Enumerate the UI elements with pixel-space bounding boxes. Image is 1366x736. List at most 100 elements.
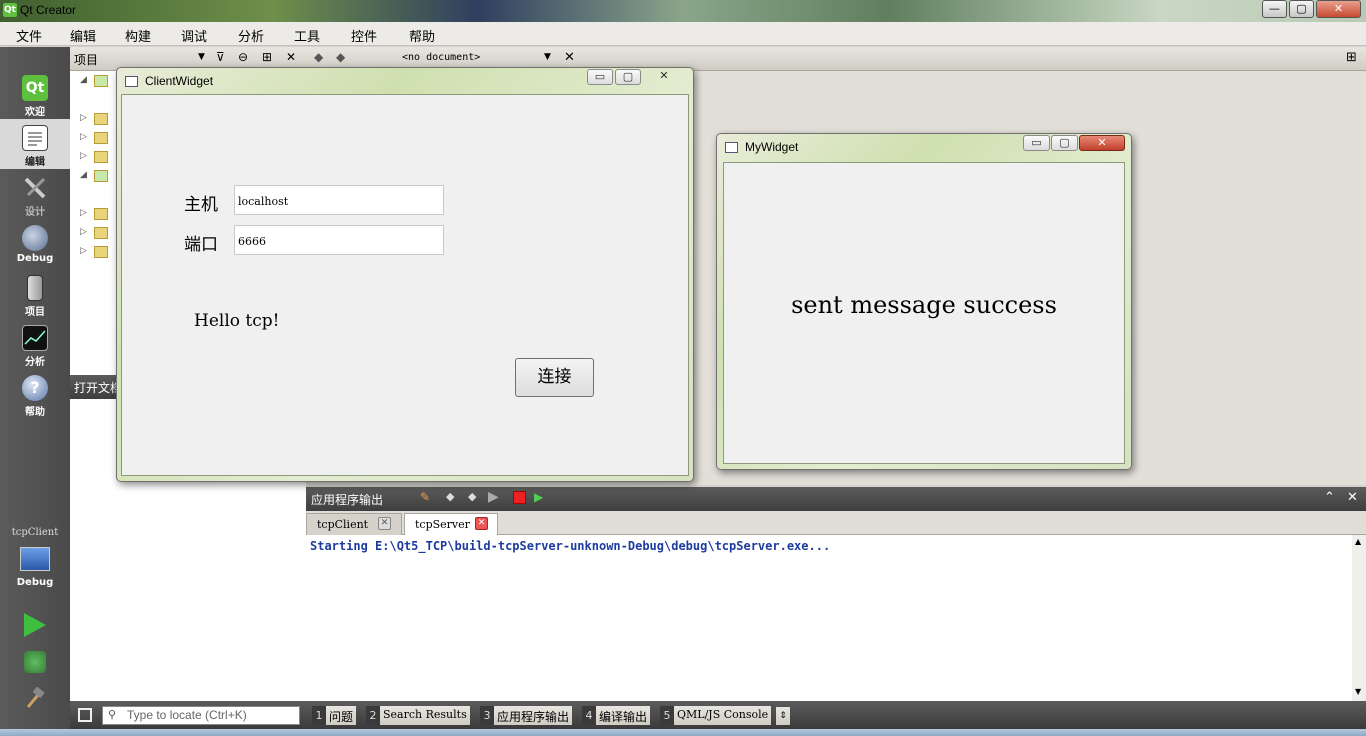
status-button-issues[interactable]: 1 问题 [312, 706, 357, 725]
clear-output-icon[interactable]: ✎ [420, 490, 430, 504]
more-buttons-icon[interactable]: ⇕ [776, 707, 790, 725]
debug-run-icon[interactable] [24, 651, 46, 673]
menu-tools[interactable]: 工具 [294, 26, 320, 45]
mode-label: 分析 [25, 357, 45, 368]
tree-item[interactable]: ▷ [80, 149, 120, 167]
sync-icon[interactable]: ⊖ [238, 50, 248, 64]
kit-target-icon[interactable] [20, 547, 50, 571]
status-button-label: 问题 [326, 706, 357, 725]
maximize-pane-icon[interactable]: ⌃ [1324, 490, 1335, 505]
close-pane-icon[interactable]: ✕ [1347, 490, 1358, 505]
menu-file[interactable]: 文件 [16, 26, 42, 45]
status-button-compile-output[interactable]: 4 编译输出 [582, 706, 651, 725]
status-button-label: QML/JS Console [674, 706, 772, 725]
dropdown-arrow-icon[interactable]: ▼ [544, 52, 551, 62]
back-arrow-icon[interactable]: ◆ [314, 50, 323, 64]
stop-icon[interactable] [513, 491, 526, 504]
close-tab-icon[interactable]: ✕ [378, 517, 391, 530]
tab-tcpserver[interactable]: tcpServer ✕ [404, 513, 498, 536]
port-label: 端口 [184, 235, 218, 255]
analyze-icon [22, 325, 48, 351]
close-tab-icon[interactable]: ✕ [475, 517, 488, 530]
port-input[interactable]: 6666 [234, 225, 444, 255]
tab-tcpclient[interactable]: tcpClient ✕ [306, 513, 402, 535]
menu-controls[interactable]: 控件 [351, 26, 377, 45]
mode-label: 编辑 [25, 157, 45, 168]
status-button-label: 编译输出 [596, 706, 651, 725]
mode-welcome[interactable]: Qt 欢迎 [0, 69, 70, 119]
tree-item[interactable]: ▷ [80, 111, 120, 129]
folder-icon [94, 113, 108, 125]
tree-item[interactable]: ▷ [80, 244, 120, 262]
tree-item[interactable]: ◢ [80, 168, 120, 186]
minimize-button[interactable]: — [1262, 0, 1287, 18]
tree-item[interactable]: ▷ [80, 225, 120, 243]
tree-item[interactable]: ▷ [80, 206, 120, 224]
edit-document-icon [22, 125, 48, 151]
mode-edit[interactable]: 编辑 [0, 119, 70, 169]
rerun-icon[interactable]: ▶ [488, 489, 499, 505]
mode-label: Debug [16, 253, 54, 264]
mode-debug[interactable]: Debug [0, 219, 70, 269]
project-icon [27, 275, 43, 301]
forward-arrow-icon[interactable]: ◆ [336, 50, 345, 64]
maximize-button[interactable]: ▢ [1051, 135, 1078, 151]
status-button-number: 3 [480, 706, 494, 725]
help-icon: ? [22, 375, 48, 401]
status-button-app-output[interactable]: 3 应用程序输出 [480, 706, 573, 725]
my-widget-body: sent message success [723, 162, 1125, 464]
status-button-qml-console[interactable]: 5 QML/JS Console [660, 706, 772, 725]
filter-icon[interactable]: ⊽ [216, 50, 225, 64]
status-button-search-results[interactable]: 2 Search Results [366, 706, 470, 725]
connect-button[interactable]: 连接 [515, 358, 594, 397]
my-widget-window: MyWidget ▭ ▢ ✕ sent message success [716, 133, 1132, 470]
open-documents-title: 打开文档 [74, 381, 123, 395]
host-input[interactable]: localhost [234, 185, 444, 215]
split-editor-icon[interactable]: ⊞ [1346, 50, 1357, 65]
output-text-area[interactable]: Starting E:\Qt5_TCP\build-tcpServer-unkn… [306, 535, 1352, 701]
kit-build-config: Debug [16, 577, 54, 588]
previous-icon[interactable]: ◆ [446, 490, 454, 503]
build-hammer-icon[interactable] [24, 686, 46, 709]
close-panel-icon[interactable]: ✕ [286, 50, 296, 64]
output-pane-title: 应用程序输出 [311, 493, 384, 507]
minimize-button[interactable]: ▭ [1023, 135, 1050, 151]
tree-item[interactable]: ▷ [80, 130, 120, 148]
close-button[interactable]: ✕ [1316, 0, 1361, 18]
close-document-icon[interactable]: ✕ [564, 50, 575, 65]
mode-analyze[interactable]: 分析 [0, 319, 70, 369]
toggle-sidebar-icon[interactable] [78, 708, 92, 722]
scroll-up-icon[interactable]: ▲ [1355, 537, 1361, 546]
run-icon[interactable] [24, 613, 46, 637]
output-line: Starting E:\Qt5_TCP\build-tcpServer-unkn… [310, 539, 831, 553]
mode-design[interactable]: 设计 [0, 169, 70, 219]
mode-label: 项目 [25, 307, 45, 318]
menu-build[interactable]: 构建 [125, 26, 151, 45]
debug-icon [22, 225, 48, 251]
close-button[interactable]: ✕ [643, 69, 685, 85]
status-button-number: 2 [366, 706, 380, 725]
document-selector[interactable]: <no document> [402, 52, 480, 63]
menu-debug[interactable]: 调试 [181, 26, 207, 45]
split-icon[interactable]: ⊞ [262, 50, 272, 64]
menu-help[interactable]: 帮助 [409, 26, 435, 45]
close-button[interactable]: ✕ [1079, 135, 1125, 151]
locator-input[interactable]: Type to locate (Ctrl+K) [102, 706, 300, 725]
output-scrollbar[interactable]: ▲ ▼ [1352, 535, 1366, 701]
menu-edit[interactable]: 编辑 [70, 26, 96, 45]
dropdown-arrow-icon[interactable]: ▼ [198, 52, 205, 62]
minimize-button[interactable]: ▭ [587, 69, 613, 85]
os-taskbar [0, 729, 1366, 736]
mode-projects[interactable]: 项目 [0, 269, 70, 319]
scroll-down-icon[interactable]: ▼ [1355, 687, 1361, 696]
collapse-arrow-icon: ▷ [80, 132, 87, 142]
next-icon[interactable]: ◆ [468, 490, 476, 503]
tree-item[interactable]: ◢ [80, 73, 120, 91]
folder-icon [94, 132, 108, 144]
maximize-button[interactable]: ▢ [1289, 0, 1314, 18]
qt-logo-icon: Qt [22, 75, 48, 101]
mode-help[interactable]: ? 帮助 [0, 369, 70, 419]
menu-analyze[interactable]: 分析 [238, 26, 264, 45]
maximize-button[interactable]: ▢ [615, 69, 641, 85]
attach-debugger-icon[interactable]: ▶ [534, 490, 543, 504]
